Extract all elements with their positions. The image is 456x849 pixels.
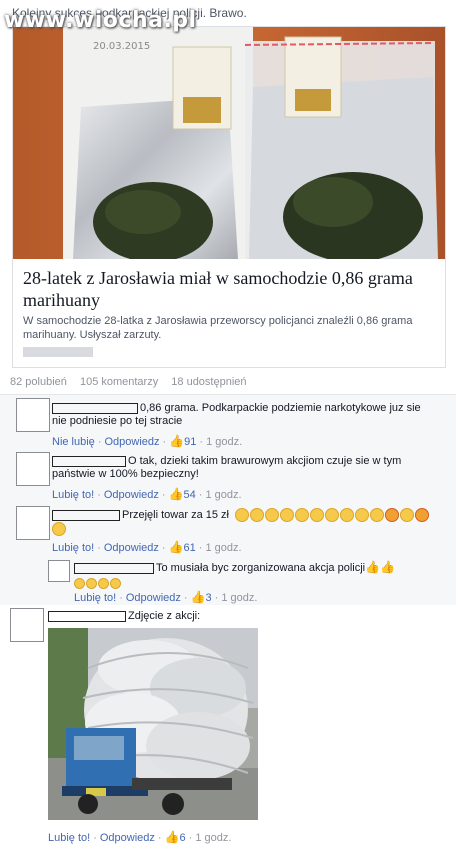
comment-time[interactable]: 1 godz. [205, 542, 241, 554]
thumbs-up-icon: 👍 [380, 560, 396, 574]
avatar[interactable] [16, 506, 50, 540]
site-watermark: www.wiocha.pl [4, 8, 197, 33]
like-count[interactable]: 6 [180, 832, 186, 844]
like-count[interactable]: 54 [184, 489, 196, 501]
thumbs-up-icon: 👍 [365, 560, 381, 574]
comment-time[interactable]: 1 godz. [195, 832, 231, 844]
likes-count[interactable]: 82 polubień [10, 376, 67, 388]
thumbs-up-icon: 👍 [169, 434, 185, 448]
like-count[interactable]: 61 [184, 542, 196, 554]
comment-photo-overloaded-truck[interactable] [48, 628, 258, 820]
thumbs-up-icon: 👍 [168, 487, 184, 501]
link-title[interactable]: 28-latek z Jarosławia miał w samochodzie… [23, 267, 435, 311]
evidence-photo[interactable]: 20.03.2015 [13, 27, 445, 259]
like-count[interactable]: 91 [184, 436, 196, 448]
avatar[interactable] [16, 398, 50, 432]
like-link[interactable]: Lubię to! [52, 489, 94, 501]
author-name-redacted[interactable] [52, 402, 138, 414]
author-name-redacted[interactable] [74, 562, 154, 574]
comment-5: Zdjęcie z akcji: [48, 610, 428, 623]
avatar[interactable] [16, 452, 50, 486]
comment-1: 0,86 grama. Podkarpackie podziemie narko… [52, 402, 432, 428]
thumbs-up-icon: 👍 [190, 590, 206, 604]
like-link[interactable]: Nie lubię [52, 436, 95, 448]
like-link[interactable]: Lubię to! [74, 592, 116, 604]
comment-time[interactable]: 1 godz. [206, 436, 242, 448]
comment-2: O tak, dzieki takim brawurowym akcjiom c… [52, 455, 432, 481]
thumbs-up-icon: 👍 [164, 830, 180, 844]
link-description: W samochodzie 28-latka z Jarosławia prze… [23, 315, 413, 341]
comment-4-text: To musiała byc zorganizowana akcja polic… [156, 562, 366, 574]
comment-time[interactable]: 1 godz. [221, 592, 257, 604]
like-link[interactable]: Lubię to! [52, 542, 94, 554]
comment-3-text: Przejęli towar za 15 zł [122, 508, 229, 521]
comment-4-actions: Lubię to! · Odpowiedz · 👍3 · 1 godz. [74, 590, 258, 604]
comment-3: Przejęli towar za 15 zł [52, 508, 442, 536]
reply-link[interactable]: Odpowiedz [126, 592, 181, 604]
comment-3-actions: Lubię to! · Odpowiedz · 👍61 · 1 godz. [52, 540, 242, 554]
post-stats: 82 polubień 105 komentarzy 18 udostępnie… [10, 376, 257, 388]
comments-count[interactable]: 105 komentarzy [80, 376, 158, 388]
avatar[interactable] [48, 560, 70, 582]
link-source-blurred [23, 347, 93, 357]
comment-5-actions: Lubię to! · Odpowiedz · 👍6 · 1 godz. [48, 830, 232, 844]
author-name-redacted[interactable] [48, 610, 126, 622]
reply-link[interactable]: Odpowiedz [104, 489, 159, 501]
like-link[interactable]: Lubię to! [48, 832, 90, 844]
thumbs-up-icon: 👍 [168, 540, 184, 554]
reply-link[interactable]: Odpowiedz [104, 436, 159, 448]
reply-link[interactable]: Odpowiedz [104, 542, 159, 554]
like-count[interactable]: 3 [206, 592, 212, 604]
comment-time[interactable]: 1 godz. [205, 489, 241, 501]
comment-1-actions: Nie lubię · Odpowiedz · 👍91 · 1 godz. [52, 434, 243, 448]
small-emoji-row [74, 577, 444, 590]
author-name-redacted[interactable] [52, 455, 126, 467]
avatar[interactable] [10, 608, 44, 642]
comment-2-actions: Lubię to! · Odpowiedz · 👍54 · 1 godz. [52, 487, 242, 501]
photo-date-stamp: 20.03.2015 [93, 41, 150, 52]
comment-5-text: Zdjęcie z akcji: [128, 610, 201, 622]
shares-count[interactable]: 18 udostępnień [171, 376, 246, 388]
author-name-redacted[interactable] [52, 509, 120, 521]
link-preview-card[interactable]: 20.03.2015 28-latek z Jarosławia miał w … [12, 26, 446, 368]
reply-link[interactable]: Odpowiedz [100, 832, 155, 844]
comment-4: To musiała byc zorganizowana akcja polic… [74, 561, 444, 590]
